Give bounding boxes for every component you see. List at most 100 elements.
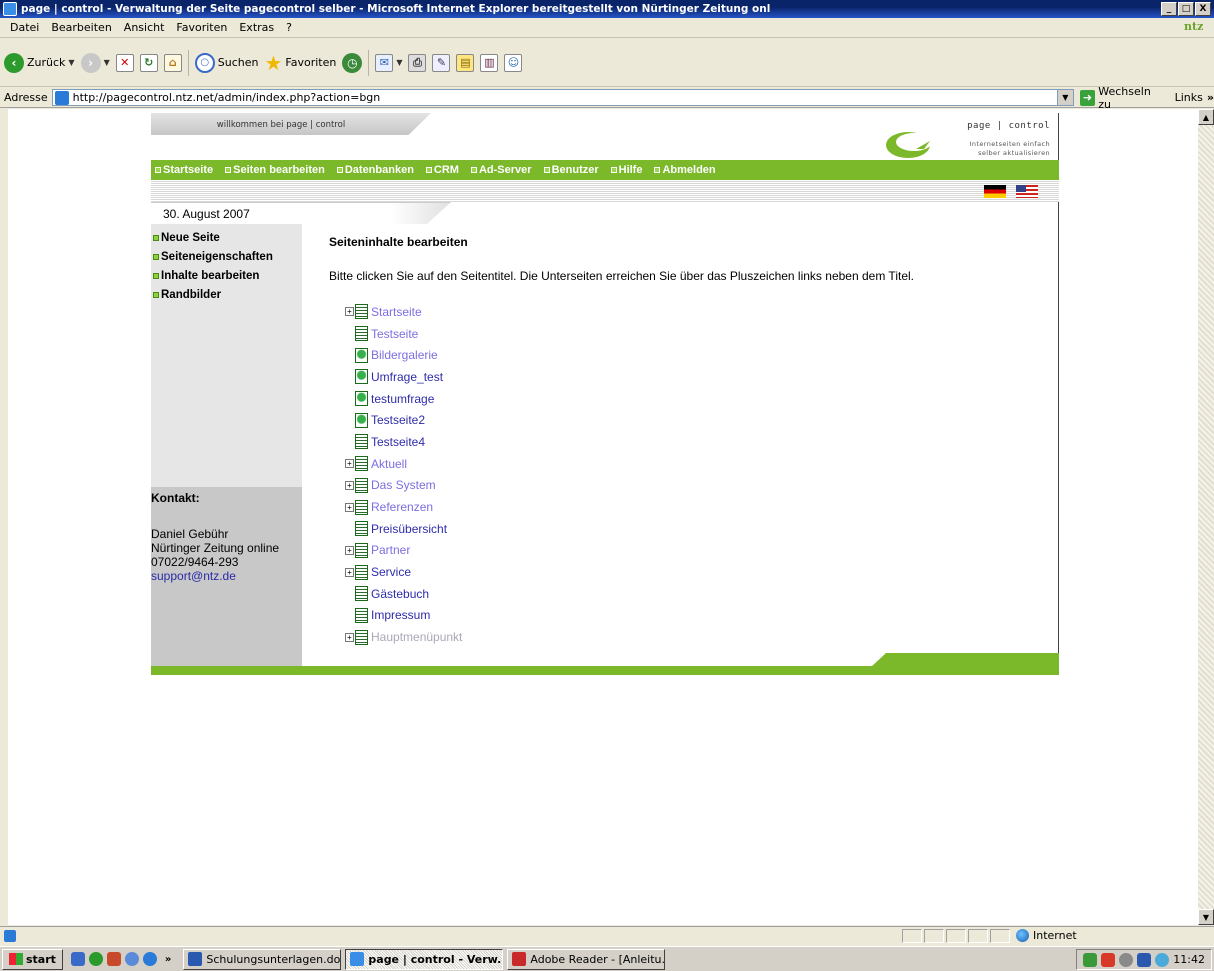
task-page-control[interactable]: page | control - Verw... — [345, 948, 504, 970]
go-button[interactable]: ➜ Wechseln zu — [1079, 85, 1165, 111]
quicklaunch-chevron[interactable]: » — [165, 954, 171, 965]
side-item-randbilder[interactable]: Randbilder — [153, 285, 273, 304]
side-item-seiteneigenschaften[interactable]: Seiteneigenschaften — [153, 247, 273, 266]
side-item-neue-seite[interactable]: Neue Seite — [153, 228, 273, 247]
expand-plus-icon[interactable]: + — [345, 459, 354, 469]
refresh-icon[interactable]: ↻ — [139, 53, 158, 72]
tree-item-link[interactable]: Impressum — [371, 608, 430, 622]
tree-item-link[interactable]: Partner — [371, 543, 410, 557]
back-button[interactable]: ‹ Zurück ▼ — [4, 50, 75, 76]
tree-item-link[interactable]: Preisübersicht — [371, 522, 447, 536]
tree-item-link[interactable]: Testseite — [371, 327, 418, 341]
nav-startseite[interactable]: Startseite — [155, 164, 213, 176]
contact-email-link[interactable]: support@ntz.de — [151, 569, 279, 583]
menu-favoriten[interactable]: Favoriten — [170, 21, 233, 34]
menu-datei[interactable]: Datei — [4, 21, 45, 34]
minimize-button[interactable]: _ — [1161, 2, 1177, 16]
tree-item-link[interactable]: testumfrage — [371, 392, 434, 406]
research-icon[interactable]: ▥ — [480, 53, 499, 72]
search-button[interactable]: ○ Suchen — [194, 50, 258, 76]
go-arrow-icon: ➜ — [1079, 89, 1096, 106]
expand-plus-icon[interactable]: + — [345, 307, 354, 317]
edit-icon[interactable]: ✎ — [432, 53, 451, 72]
scroll-up-icon[interactable]: ▲ — [1198, 109, 1214, 125]
tree-item-link[interactable]: Das System — [371, 478, 436, 492]
history-icon[interactable]: ◷ — [342, 52, 363, 73]
document-page-icon — [355, 521, 368, 537]
menu-bearbeiten[interactable]: Bearbeiten — [45, 21, 117, 34]
page-ie-icon — [54, 90, 69, 105]
tree-item-link[interactable]: Aktuell — [371, 457, 407, 471]
browser-viewport: willkommen bei page | control page | con… — [8, 109, 1198, 925]
tree-item-link[interactable]: Referenzen — [371, 500, 433, 514]
status-cell — [990, 929, 1010, 943]
left-frame-border — [0, 109, 8, 925]
tree-item-link[interactable]: Umfrage_test — [371, 370, 443, 384]
side-bullet-icon — [153, 291, 159, 298]
quicklaunch-browser-icon[interactable] — [142, 952, 157, 966]
scroll-down-icon[interactable]: ▼ — [1198, 909, 1214, 925]
links-label[interactable]: Links — [1175, 91, 1203, 104]
nav-ad-server[interactable]: Ad-Server — [470, 164, 532, 176]
side-item-inhalte-bearbeiten[interactable]: Inhalte bearbeiten — [153, 266, 273, 285]
quicklaunch-ie-icon[interactable] — [70, 952, 85, 966]
close-button[interactable]: X — [1195, 2, 1211, 16]
stop-icon[interactable]: ✕ — [115, 53, 134, 72]
expand-plus-icon[interactable]: + — [345, 567, 354, 577]
task-adobe-reader[interactable]: Adobe Reader - [Anleitu... — [507, 948, 666, 970]
nav-datenbanken[interactable]: Datenbanken — [336, 164, 414, 176]
nav-hilfe[interactable]: Hilfe — [610, 164, 642, 176]
back-dropdown-icon[interactable]: ▼ — [68, 58, 74, 67]
maximize-button[interactable]: □ — [1178, 2, 1194, 16]
mail-button[interactable]: ✉ ▼ — [375, 50, 402, 76]
update-tray-icon[interactable] — [1119, 952, 1134, 967]
german-flag-icon[interactable] — [984, 185, 1006, 198]
display-tray-icon[interactable] — [1137, 952, 1152, 967]
favorites-button[interactable]: ★ Favoriten — [264, 50, 336, 76]
tree-item-link[interactable]: Hauptmenüpunkt — [371, 630, 462, 644]
quicklaunch-desktop-icon[interactable] — [124, 952, 139, 966]
tree-item-link[interactable]: Startseite — [371, 305, 422, 319]
contact-phone: 07022/9464-293 — [151, 555, 239, 569]
task-schulungsunterlagen[interactable]: Schulungsunterlagen.do... — [183, 948, 342, 970]
nav-crm[interactable]: CRM — [425, 164, 459, 176]
quicklaunch-media-icon[interactable] — [88, 952, 103, 966]
nav-abmelden[interactable]: Abmelden — [654, 164, 716, 176]
vertical-scrollbar[interactable]: ▲ ▼ — [1198, 109, 1214, 925]
expand-plus-icon[interactable]: + — [345, 502, 354, 512]
nav-benutzer[interactable]: Benutzer — [543, 164, 599, 176]
tree-item-link[interactable]: Bildergalerie — [371, 348, 438, 362]
discuss-icon[interactable]: ▤ — [456, 53, 475, 72]
links-chevron[interactable]: » — [1207, 91, 1214, 104]
print-icon[interactable]: ⎙ — [408, 53, 427, 72]
tree-item-link[interactable]: Testseite2 — [371, 413, 425, 427]
page-control-site: willkommen bei page | control page | con… — [151, 113, 1059, 675]
tree-item-link[interactable]: Testseite4 — [371, 435, 425, 449]
expand-plus-icon[interactable]: + — [345, 632, 354, 642]
network-tray-icon[interactable] — [1083, 952, 1098, 967]
home-icon[interactable]: ⌂ — [163, 53, 182, 72]
address-dropdown-icon[interactable]: ▼ — [1056, 90, 1073, 105]
nav-seiten-bearbeiten[interactable]: Seiten bearbeiten — [225, 164, 325, 176]
status-cell — [946, 929, 966, 943]
menu-extras[interactable]: Extras — [233, 21, 280, 34]
menu-ansicht[interactable]: Ansicht — [118, 21, 171, 34]
expand-plus-icon[interactable]: + — [345, 480, 354, 490]
ie-task-icon — [350, 952, 365, 966]
security-tray-icon[interactable] — [1101, 952, 1116, 967]
address-input[interactable]: http://pagecontrol.ntz.net/admin/index.p… — [51, 89, 1074, 106]
us-flag-icon[interactable] — [1016, 185, 1038, 198]
expand-plus-icon[interactable]: + — [345, 545, 354, 555]
menu-help[interactable]: ? — [280, 21, 298, 34]
quicklaunch-app-icon[interactable] — [106, 952, 121, 966]
tree-item-link[interactable]: Gästebuch — [371, 587, 429, 601]
messenger-tray-icon[interactable] — [1155, 952, 1170, 967]
forward-button[interactable]: › ▼ — [80, 50, 110, 76]
document-page-icon — [355, 629, 368, 645]
ie-app-icon[interactable] — [3, 2, 17, 16]
forward-dropdown-icon[interactable]: ▼ — [104, 58, 110, 67]
tree-item-link[interactable]: Service — [371, 565, 411, 579]
title-bar[interactable]: page | control - Verwaltung der Seite pa… — [0, 0, 1214, 18]
messenger-icon[interactable]: ☺ — [504, 53, 523, 72]
start-button[interactable]: start — [2, 948, 63, 970]
